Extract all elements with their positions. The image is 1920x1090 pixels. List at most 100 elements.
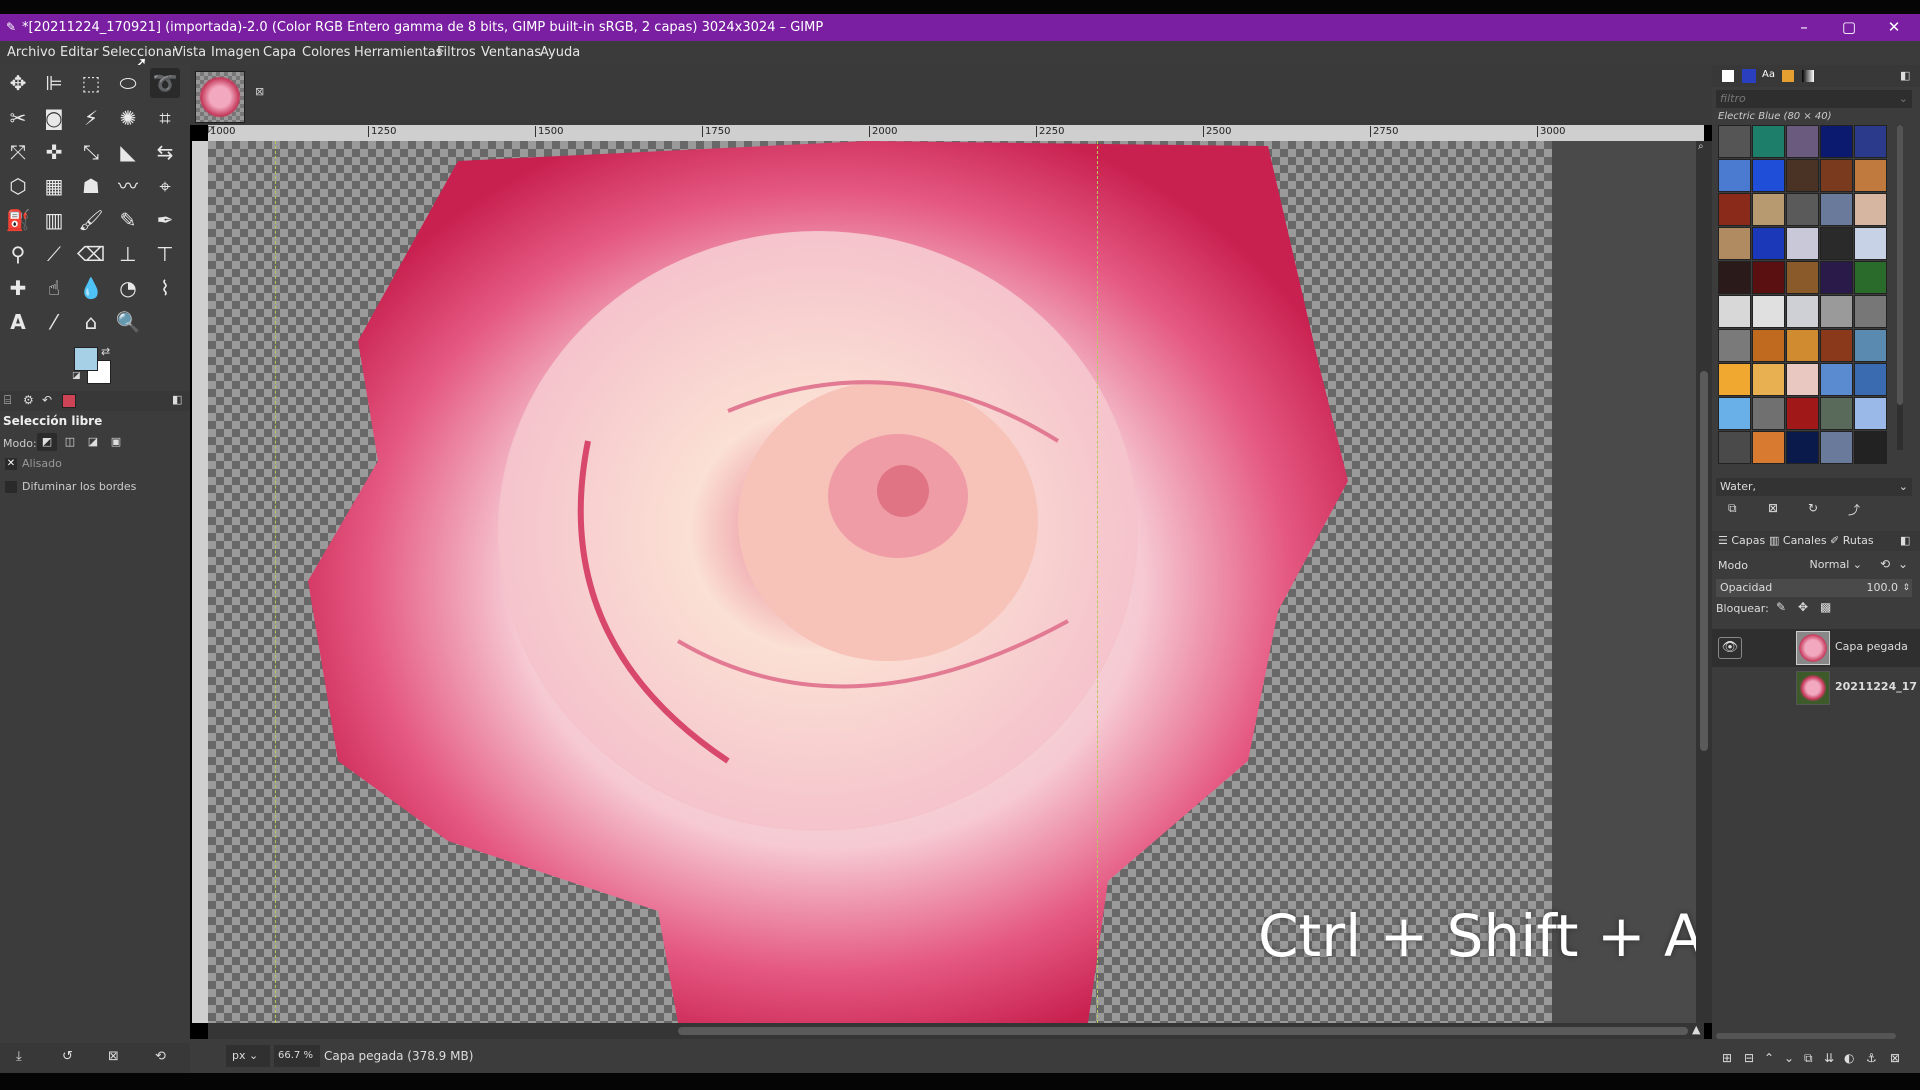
warp-tool-icon[interactable]: 〰 (113, 171, 143, 201)
opacity-slider[interactable]: Opacidad 100.0 ⇕ (1716, 579, 1912, 597)
pattern-swatch[interactable] (1820, 431, 1853, 464)
pattern-swatch[interactable] (1718, 261, 1751, 294)
pattern-swatch[interactable] (1752, 227, 1785, 260)
palettes-tab-icon[interactable] (1782, 70, 1794, 82)
maximize-button[interactable]: ▢ (1829, 14, 1869, 41)
merge-down-icon[interactable]: ⇊ (1824, 1051, 1834, 1065)
pattern-swatch[interactable] (1786, 397, 1819, 430)
pattern-swatch[interactable] (1752, 193, 1785, 226)
vertical-scroll-thumb[interactable] (1700, 371, 1708, 751)
horizontal-scroll-thumb[interactable] (678, 1027, 1688, 1035)
pattern-swatch[interactable] (1854, 363, 1887, 396)
free-select-tool-icon[interactable]: ➰ (150, 68, 180, 98)
minimize-button[interactable]: – (1784, 14, 1824, 41)
airbrush-tool-icon[interactable]: ⚲ (3, 239, 33, 269)
menu-ventanas[interactable]: Ventanas (481, 41, 541, 65)
blur-tool-icon[interactable]: 💧 (76, 273, 106, 303)
duplicate-layer-icon[interactable]: ⧉ (1804, 1051, 1813, 1066)
pattern-swatch[interactable] (1786, 431, 1819, 464)
spin-arrows-icon[interactable]: ⇕ (1902, 579, 1910, 597)
pattern-swatch[interactable] (1786, 261, 1819, 294)
smudge-tool-icon[interactable]: ☝ (39, 273, 69, 303)
pattern-swatch[interactable] (1718, 193, 1751, 226)
perspective-tool-icon[interactable]: ⬡ (3, 171, 33, 201)
pattern-swatch[interactable] (1718, 295, 1751, 328)
crop-tool-icon[interactable]: ⌗ (150, 103, 180, 133)
paintbrush-tool-icon[interactable]: 🖌 (76, 205, 106, 235)
new-layer-icon[interactable]: ⊞ (1722, 1051, 1732, 1065)
pattern-swatch[interactable] (1752, 329, 1785, 362)
new-layer-group-icon[interactable]: ⊟ (1744, 1051, 1754, 1065)
save-options-icon[interactable]: ⤓ (16, 1049, 22, 1064)
pattern-swatch[interactable] (1786, 159, 1819, 192)
pattern-swatch[interactable] (1820, 125, 1853, 158)
composite-mode-icon[interactable]: ⟲ (1880, 557, 1890, 571)
guide-line[interactable] (275, 141, 276, 1023)
tab-canales[interactable]: ▥ Canales (1769, 531, 1827, 551)
delete-layer-icon[interactable]: ⊠ (1890, 1051, 1900, 1065)
images-tab-icon[interactable] (62, 394, 76, 408)
pattern-swatch[interactable] (1752, 363, 1785, 396)
refresh-patterns-icon[interactable]: ↻ (1808, 501, 1818, 515)
image-tab-thumbnail[interactable] (195, 71, 245, 123)
mode-intersect-button[interactable]: ▣ (106, 433, 126, 451)
patterns-tab-icon[interactable] (1742, 69, 1756, 83)
dodge-burn-tool-icon[interactable]: ◔ (113, 273, 143, 303)
swap-colors-icon[interactable]: ⇄ (101, 345, 110, 358)
menu-imagen[interactable]: Imagen (211, 41, 260, 65)
brushes-tab-icon[interactable] (1722, 70, 1734, 82)
pattern-swatch[interactable] (1786, 329, 1819, 362)
gradients-tab-icon[interactable] (1802, 70, 1814, 82)
lock-position-icon[interactable]: ✥ (1798, 600, 1808, 614)
shear-tool-icon[interactable]: ◣ (113, 137, 143, 167)
tab-capas[interactable]: ☰ Capas (1718, 531, 1765, 551)
pattern-swatch[interactable] (1718, 363, 1751, 396)
navigate-icon[interactable]: ▲ (1692, 1023, 1700, 1036)
canvas-vertical-scrollbar[interactable]: ⌕ (1696, 141, 1712, 1023)
pattern-swatch[interactable] (1820, 295, 1853, 328)
handle-transform-tool-icon[interactable]: ⌖ (150, 171, 180, 201)
fonts-tab-icon[interactable]: Aa (1762, 69, 1775, 80)
pattern-swatch[interactable] (1820, 363, 1853, 396)
pattern-swatch[interactable] (1752, 431, 1785, 464)
menu-capa[interactable]: Capa (263, 41, 296, 65)
pattern-swatch[interactable] (1718, 329, 1751, 362)
pattern-swatch[interactable] (1854, 431, 1887, 464)
undo-history-tab-icon[interactable]: ↶ (42, 393, 52, 407)
antialias-checkbox[interactable]: ✕ (5, 458, 17, 470)
pattern-swatch[interactable] (1752, 159, 1785, 192)
duplicate-pattern-icon[interactable]: ⧉ (1728, 501, 1737, 516)
paths-tool-icon[interactable]: ⌇ (150, 273, 180, 303)
move-tool-icon[interactable]: ✥ (3, 68, 33, 98)
reset-options-icon[interactable]: ⟲ (155, 1049, 166, 1064)
pattern-swatch[interactable] (1854, 397, 1887, 430)
guide-line[interactable] (1097, 141, 1098, 1023)
zoom-select[interactable]: 66.7 % ⌄ (274, 1045, 320, 1083)
pattern-swatch[interactable] (1752, 397, 1785, 430)
mode-subtract-button[interactable]: ◪ (83, 433, 103, 451)
mypaint-brush-tool-icon[interactable]: ⟋ (39, 239, 69, 269)
menu-vista[interactable]: Vista (174, 41, 206, 65)
pattern-swatch[interactable] (1786, 295, 1819, 328)
lower-layer-icon[interactable]: ⌄ (1784, 1051, 1794, 1065)
pattern-swatch[interactable] (1854, 329, 1887, 362)
pattern-swatch[interactable] (1854, 295, 1887, 328)
eraser-tool-icon[interactable]: ⌫ (76, 239, 106, 269)
pattern-filter-input[interactable]: filtro ⌄ (1716, 90, 1912, 108)
pattern-swatch[interactable] (1820, 227, 1853, 260)
pattern-name-field[interactable]: Water, ⌄ (1716, 478, 1912, 496)
image-canvas[interactable] (208, 141, 1704, 1023)
heal-tool-icon[interactable]: ✚ (3, 273, 33, 303)
layer-mode-select[interactable]: Normal ⌄ (1804, 556, 1866, 574)
default-colors-icon[interactable]: ◪ (72, 371, 81, 381)
pattern-swatch[interactable] (1854, 227, 1887, 260)
rect-select-tool-icon[interactable]: ⬚ (76, 68, 106, 98)
lock-alpha-icon[interactable]: ▩ (1820, 600, 1831, 614)
color-select-tool-icon[interactable]: ✺ (113, 103, 143, 133)
zoom-to-fit-icon[interactable]: ⌕ (1698, 141, 1704, 152)
pattern-swatch[interactable] (1718, 397, 1751, 430)
scale-tool-icon[interactable]: ⤡ (76, 137, 106, 167)
restore-options-icon[interactable]: ↺ (62, 1049, 73, 1064)
pattern-swatch[interactable] (1820, 193, 1853, 226)
pattern-grid[interactable] (1718, 125, 1893, 464)
